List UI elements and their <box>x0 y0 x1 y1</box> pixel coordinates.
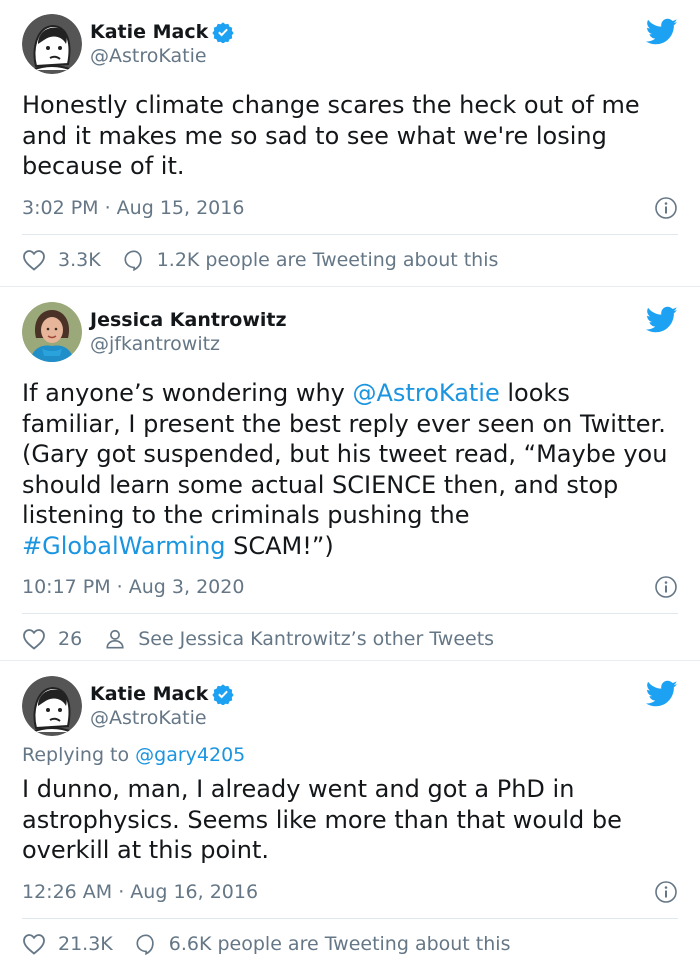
tweet-timestamp-row: 10:17 PM · Aug 3, 2020 <box>22 575 678 599</box>
tweet-header: Katie Mack @AstroKatie <box>22 14 678 80</box>
person-icon <box>106 629 124 649</box>
display-name-text[interactable]: Katie Mack <box>90 682 208 706</box>
display-name-text[interactable]: Katie Mack <box>90 20 208 44</box>
tweet-text-part: If anyone’s wondering why <box>22 379 353 407</box>
twitter-bird-icon[interactable] <box>646 18 678 46</box>
like-button[interactable]: 21.3K <box>22 933 113 955</box>
secondary-action-text: 1.2K people are Tweeting about this <box>156 248 499 271</box>
verified-badge-icon <box>212 684 234 705</box>
tweet-card[interactable]: Katie Mack @AstroKatie Replying to @gary… <box>0 662 700 976</box>
tweet-card[interactable]: Jessica Kantrowitz @jfkantrowitz If anyo… <box>0 288 700 658</box>
tweet-timestamp[interactable]: 12:26 AM · Aug 16, 2016 <box>22 881 258 903</box>
secondary-action-text: 6.6K people are Tweeting about this <box>168 932 511 955</box>
author-handle[interactable]: @jfkantrowitz <box>90 332 287 356</box>
author-handle[interactable]: @AstroKatie <box>90 706 234 730</box>
mention-link[interactable]: @AstroKatie <box>353 379 500 407</box>
tweet-actions: 26 See Jessica Kantrowitz’s other Tweets <box>22 614 678 664</box>
display-name[interactable]: Jessica Kantrowitz <box>90 308 287 332</box>
info-icon[interactable] <box>654 880 678 904</box>
tweet-header: Katie Mack @AstroKatie <box>22 676 678 742</box>
tweet-text: If anyone’s wondering why @AstroKatie lo… <box>22 378 678 561</box>
like-count: 3.3K <box>58 248 101 271</box>
tweet-timestamp-row: 3:02 PM · Aug 15, 2016 <box>22 196 678 220</box>
tweet-actions: 21.3K 6.6K people are Tweeting about thi… <box>22 919 678 969</box>
tweet-header: Jessica Kantrowitz @jfkantrowitz <box>22 302 678 368</box>
replying-to-prefix: Replying to <box>22 744 136 766</box>
info-icon[interactable] <box>654 196 678 220</box>
tweet-separator <box>0 286 700 287</box>
hashtag-link[interactable]: #GlobalWarming <box>22 532 226 560</box>
secondary-action-text: See Jessica Kantrowitz’s other Tweets <box>138 628 495 650</box>
tweet-text: Honestly climate change scares the heck … <box>22 91 640 180</box>
avatar[interactable] <box>22 676 82 736</box>
heart-icon <box>23 933 45 955</box>
tweet-text-part: SCAM!”) <box>225 531 334 560</box>
twitter-bird-icon[interactable] <box>646 306 678 334</box>
tweeting-about-link[interactable]: 1.2K people are Tweeting about this <box>123 248 499 271</box>
verified-badge-icon <box>212 22 234 43</box>
author-names: Katie Mack @AstroKatie <box>90 682 234 730</box>
author-names: Jessica Kantrowitz @jfkantrowitz <box>90 308 287 356</box>
like-button[interactable]: 26 <box>22 628 82 650</box>
heart-icon <box>23 249 45 271</box>
like-button[interactable]: 3.3K <box>22 249 101 271</box>
speech-bubble-icon <box>136 933 154 955</box>
avatar[interactable] <box>22 14 82 74</box>
speech-bubble-icon <box>124 249 142 271</box>
display-name[interactable]: Katie Mack <box>90 20 234 44</box>
info-icon[interactable] <box>654 575 678 599</box>
display-name[interactable]: Katie Mack <box>90 682 234 706</box>
tweet-timestamp-row: 12:26 AM · Aug 16, 2016 <box>22 880 678 904</box>
like-count: 21.3K <box>58 932 113 955</box>
tweet-separator <box>0 660 700 661</box>
twitter-bird-icon[interactable] <box>646 680 678 708</box>
author-names: Katie Mack @AstroKatie <box>90 20 234 68</box>
tweet-timestamp[interactable]: 3:02 PM · Aug 15, 2016 <box>22 197 244 219</box>
heart-icon <box>23 629 45 650</box>
display-name-text[interactable]: Jessica Kantrowitz <box>90 308 287 332</box>
tweeting-about-link[interactable]: 6.6K people are Tweeting about this <box>135 932 511 955</box>
author-handle[interactable]: @AstroKatie <box>90 44 234 68</box>
avatar[interactable] <box>22 302 82 362</box>
replying-to: Replying to @gary4205 <box>22 742 678 768</box>
other-tweets-link[interactable]: See Jessica Kantrowitz’s other Tweets <box>104 628 494 650</box>
tweet-card[interactable]: Katie Mack @AstroKatie Honestly climate … <box>0 0 700 284</box>
tweet-actions: 3.3K 1.2K people are Tweeting about this <box>22 235 678 285</box>
like-count: 26 <box>58 628 83 650</box>
replying-to-handle[interactable]: @gary4205 <box>135 744 245 766</box>
tweet-timestamp[interactable]: 10:17 PM · Aug 3, 2020 <box>22 576 244 598</box>
tweet-text: I dunno, man, I already went and got a P… <box>22 775 622 864</box>
